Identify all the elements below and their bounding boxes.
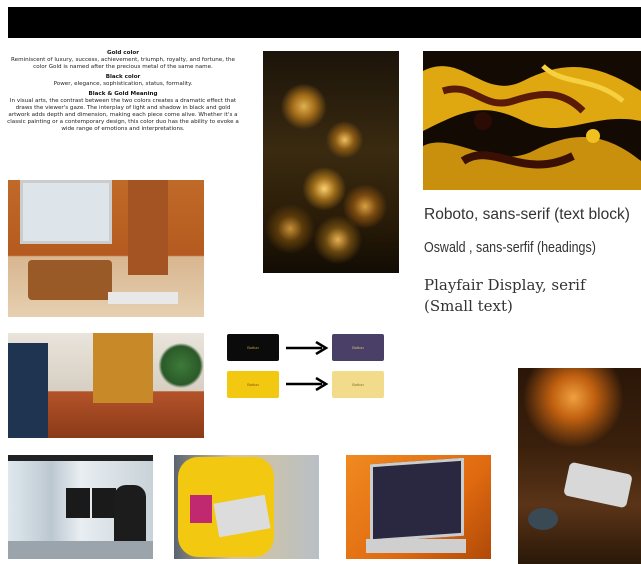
- gold-text: Reminiscent of luxury, success, achievem…: [11, 57, 235, 70]
- button-black[interactable]: Button: [227, 334, 279, 361]
- arrow-right-icon: [286, 341, 329, 355]
- book-shape: [190, 495, 212, 523]
- monitor-left: [66, 488, 90, 518]
- black-heading: Black color: [105, 74, 141, 80]
- gold-heading: Gold color: [107, 50, 139, 56]
- font-sample-text-block: Roboto, sans-serif (text block): [424, 206, 630, 223]
- meaning-text: In visual arts, the contrast between the…: [7, 98, 239, 132]
- marble-pattern: [423, 51, 641, 190]
- desk-monitor-image: [8, 180, 204, 317]
- header-bar: [8, 7, 641, 38]
- black-text: Power, elegance, sophistication, status,…: [53, 81, 193, 87]
- phone-table-image: [518, 368, 641, 564]
- keyboard-shape: [108, 292, 178, 304]
- font-sample-headings: Oswald , sans-serfif (headings): [424, 240, 596, 256]
- meaning-heading: Black & Gold Meaning: [88, 91, 158, 97]
- laptop-base: [366, 539, 466, 553]
- laptop-code-image: [346, 455, 491, 559]
- gold-marble-image: [423, 51, 641, 190]
- plant-shape: [158, 343, 204, 388]
- button-gold[interactable]: Button: [227, 371, 279, 398]
- bokeh-image: [263, 51, 399, 273]
- phone-shape: [563, 461, 633, 509]
- button-pale-gold[interactable]: Button: [332, 371, 384, 398]
- laptop-yellow-chair-image: [174, 455, 319, 559]
- desk-shape: [8, 541, 153, 559]
- monitor-shape: [20, 180, 112, 244]
- person-shape: [8, 343, 48, 438]
- color-info: Gold color Reminiscent of luxury, succes…: [6, 50, 240, 136]
- button-purple[interactable]: Button: [332, 334, 384, 361]
- apron-shape: [93, 333, 153, 403]
- arrow-right-icon: [286, 377, 329, 391]
- office-monitors-image: [8, 455, 153, 559]
- window-frame: [8, 455, 153, 461]
- monitor-right: [92, 488, 116, 518]
- laptop-screen: [370, 457, 464, 543]
- earbuds-shape: [528, 508, 558, 530]
- tablet-people-image: [8, 333, 204, 438]
- door-shape: [128, 180, 168, 275]
- font-sample-small-text: Playfair Display, serif (Small text): [424, 276, 586, 315]
- chair-shape: [28, 260, 112, 300]
